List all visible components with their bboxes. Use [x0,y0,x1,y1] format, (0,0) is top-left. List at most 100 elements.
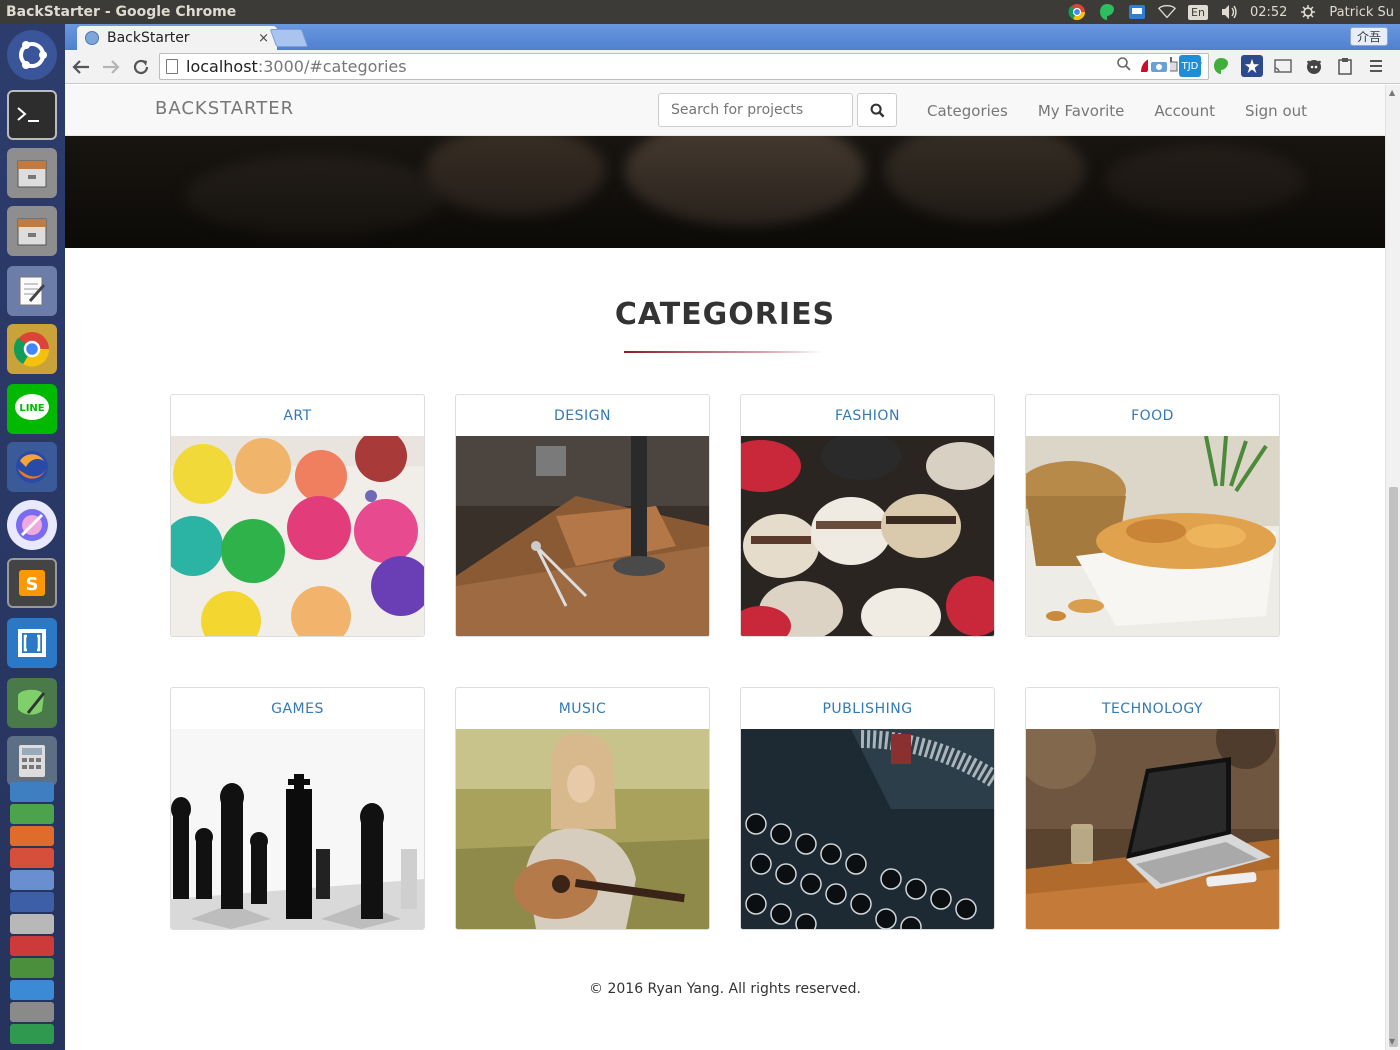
category-image-technology[interactable] [1026,729,1279,929]
category-image-art[interactable] [171,436,424,636]
system-tray: En 02:52 Patrick Su [1068,3,1400,21]
new-tab-button[interactable] [269,29,309,47]
browser-toolbar: localhost :3000/#categories TJD [65,50,1400,84]
footer-copyright: © 2016 Ryan Yang. All rights reserved. [589,981,861,997]
chrome-launcher-icon[interactable] [7,324,57,374]
wifi-icon[interactable] [1158,3,1177,21]
category-image-music[interactable] [456,729,709,929]
category-card-food[interactable]: FOOD [1025,394,1280,637]
power-icon[interactable] [1299,3,1317,21]
category-card-games[interactable]: GAMES [170,687,425,930]
svg-text:S: S [26,574,39,595]
line-app-icon[interactable]: LINE [7,384,57,434]
nav-link-categories[interactable]: Categories [927,102,1008,120]
text-editor-icon[interactable] [7,266,57,316]
site-navbar: BACKSTARTER Categories My Favorite Accou… [65,85,1385,136]
extensions-row: TJD [1148,55,1387,77]
category-title[interactable]: GAMES [171,688,424,729]
messenger-tray-icon[interactable] [1128,3,1146,21]
tab-title: BackStarter [107,30,190,46]
scroll-down-icon[interactable]: ▼ [1389,1037,1395,1046]
stacked-app-icon-6[interactable] [10,892,54,912]
search-button[interactable] [857,93,897,127]
category-card-technology[interactable]: TECHNOLOGY [1025,687,1280,930]
evernote-tray-icon[interactable] [1098,3,1116,21]
category-title[interactable]: FOOD [1026,395,1279,436]
tjd-extension-icon[interactable]: TJD [1179,55,1201,77]
category-image-design[interactable] [456,436,709,636]
nav-link-account[interactable]: Account [1154,102,1215,120]
stacked-app-icon-11[interactable] [10,1002,54,1022]
volume-icon[interactable] [1220,3,1238,21]
category-title[interactable]: TECHNOLOGY [1026,688,1279,729]
stacked-app-icon-7[interactable] [10,914,54,934]
scroll-up-icon[interactable]: ▲ [1389,88,1395,97]
category-card-art[interactable]: ART [170,394,425,637]
category-title[interactable]: MUSIC [456,688,709,729]
category-image-games[interactable] [171,729,424,929]
stacked-app-icon-5[interactable] [10,870,54,890]
address-bar[interactable]: localhost :3000/#categories [159,53,1209,80]
keyboard-layout-indicator[interactable]: En [1188,4,1208,20]
url-host: localhost [186,57,258,76]
category-title[interactable]: FASHION [741,395,994,436]
reload-button[interactable] [127,53,155,81]
project-search-input[interactable] [658,93,853,127]
browser-tab-active[interactable]: BackStarter × [77,26,277,50]
scrollbar-thumb[interactable] [1389,487,1398,1047]
sublime-text-icon[interactable]: S [7,558,57,608]
nav-link-my-favorite[interactable]: My Favorite [1038,102,1125,120]
profile-button[interactable]: 介吾 [1349,27,1388,46]
stacked-app-icon-8[interactable] [10,936,54,956]
hero-banner-image [65,136,1385,248]
nav-links: Categories My Favorite Account Sign out [927,85,1307,136]
clock[interactable]: 02:52 [1250,5,1287,20]
site-brand[interactable]: BACKSTARTER [155,98,294,119]
chrome-tray-icon[interactable] [1068,3,1086,21]
category-card-publishing[interactable]: PUBLISHING [740,687,995,930]
star-extension-icon[interactable] [1241,55,1263,77]
evernote-extension-icon[interactable] [1210,55,1232,77]
browser-tab-strip: BackStarter × 介吾 [65,24,1400,50]
category-card-music[interactable]: MUSIC [455,687,710,930]
calculator-icon[interactable] [7,736,57,786]
nav-link-sign-out[interactable]: Sign out [1245,102,1307,120]
stacked-app-icon-1[interactable] [10,782,54,802]
ubuntu-dash-icon[interactable] [7,30,57,80]
color-picker-icon[interactable] [7,500,57,550]
stacked-app-icon-3[interactable] [10,826,54,846]
category-card-design[interactable]: DESIGN [455,394,710,637]
stacked-app-icon-10[interactable] [10,980,54,1000]
clipboard-extension-icon[interactable] [1334,55,1356,77]
camera-extension-icon[interactable] [1148,55,1170,77]
tab-close-icon[interactable]: × [258,31,269,46]
category-image-food[interactable] [1026,436,1279,636]
chrome-menu-icon[interactable] [1365,55,1387,77]
terminal-icon[interactable] [7,90,57,140]
forward-button[interactable] [97,53,125,81]
cast-icon[interactable] [1272,55,1294,77]
stacked-app-icon-12[interactable] [10,1024,54,1044]
page-heading: CATEGORIES [614,297,836,332]
category-title[interactable]: PUBLISHING [741,688,994,729]
stacked-app-icon-9[interactable] [10,958,54,978]
tab-favicon-icon [85,31,99,45]
notes-icon[interactable] [7,678,57,728]
firefox-icon[interactable] [7,442,57,492]
stacked-app-icon-2[interactable] [10,804,54,824]
brackets-icon[interactable] [7,618,57,668]
user-name[interactable]: Patrick Su [1329,5,1394,20]
back-button[interactable] [67,53,95,81]
page-scrollbar[interactable]: ▲ ▼ [1385,85,1400,1050]
category-image-fashion[interactable] [741,436,994,636]
files-icon-2[interactable] [7,206,57,256]
heading-underline [624,351,824,353]
search-engine-icon[interactable] [1116,56,1132,78]
files-icon[interactable] [7,148,57,198]
stacked-app-icon-4[interactable] [10,848,54,868]
category-image-publishing[interactable] [741,729,994,929]
category-title[interactable]: ART [171,395,424,436]
category-title[interactable]: DESIGN [456,395,709,436]
category-card-fashion[interactable]: FASHION [740,394,995,637]
octocat-extension-icon[interactable] [1303,55,1325,77]
